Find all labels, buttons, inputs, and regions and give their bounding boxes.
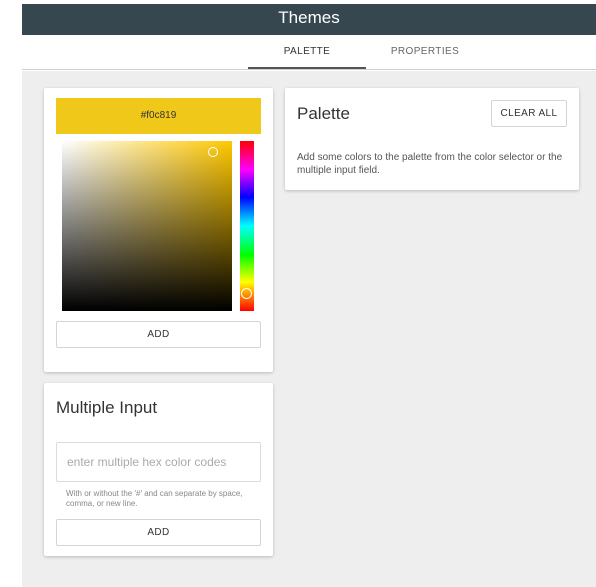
- clear-all-button[interactable]: CLEAR ALL: [491, 100, 567, 127]
- tab-palette[interactable]: PALETTE: [248, 35, 366, 69]
- value-gradient: [62, 141, 232, 311]
- multiple-input-help: With or without the '#' and can separate…: [66, 489, 243, 508]
- hue-slider[interactable]: [240, 141, 254, 311]
- app-header: Themes: [22, 4, 596, 35]
- selected-color-hex: #f0c819: [56, 98, 261, 134]
- multiple-hex-input[interactable]: [56, 442, 261, 482]
- multiple-input-title: Multiple Input: [56, 398, 158, 417]
- saturation-value-area[interactable]: [62, 141, 232, 311]
- color-picker-card: #f0c819 ADD: [44, 88, 273, 372]
- saturation-handle[interactable]: [208, 147, 218, 157]
- add-color-button[interactable]: ADD: [56, 321, 261, 348]
- tab-bar: PALETTE PROPERTIES: [22, 35, 596, 70]
- tab-properties[interactable]: PROPERTIES: [366, 35, 484, 69]
- multiple-input-card: Multiple Input With or without the '#' a…: [44, 383, 273, 556]
- main-content: #f0c819 ADD Multiple Input With or witho…: [22, 71, 596, 587]
- app-title: Themes: [278, 8, 340, 27]
- add-multiple-button[interactable]: ADD: [56, 519, 261, 546]
- palette-title: Palette: [297, 104, 350, 123]
- hue-handle[interactable]: [241, 288, 252, 299]
- palette-card: Palette CLEAR ALL Add some colors to the…: [285, 88, 579, 190]
- palette-empty-message: Add some colors to the palette from the …: [297, 152, 563, 176]
